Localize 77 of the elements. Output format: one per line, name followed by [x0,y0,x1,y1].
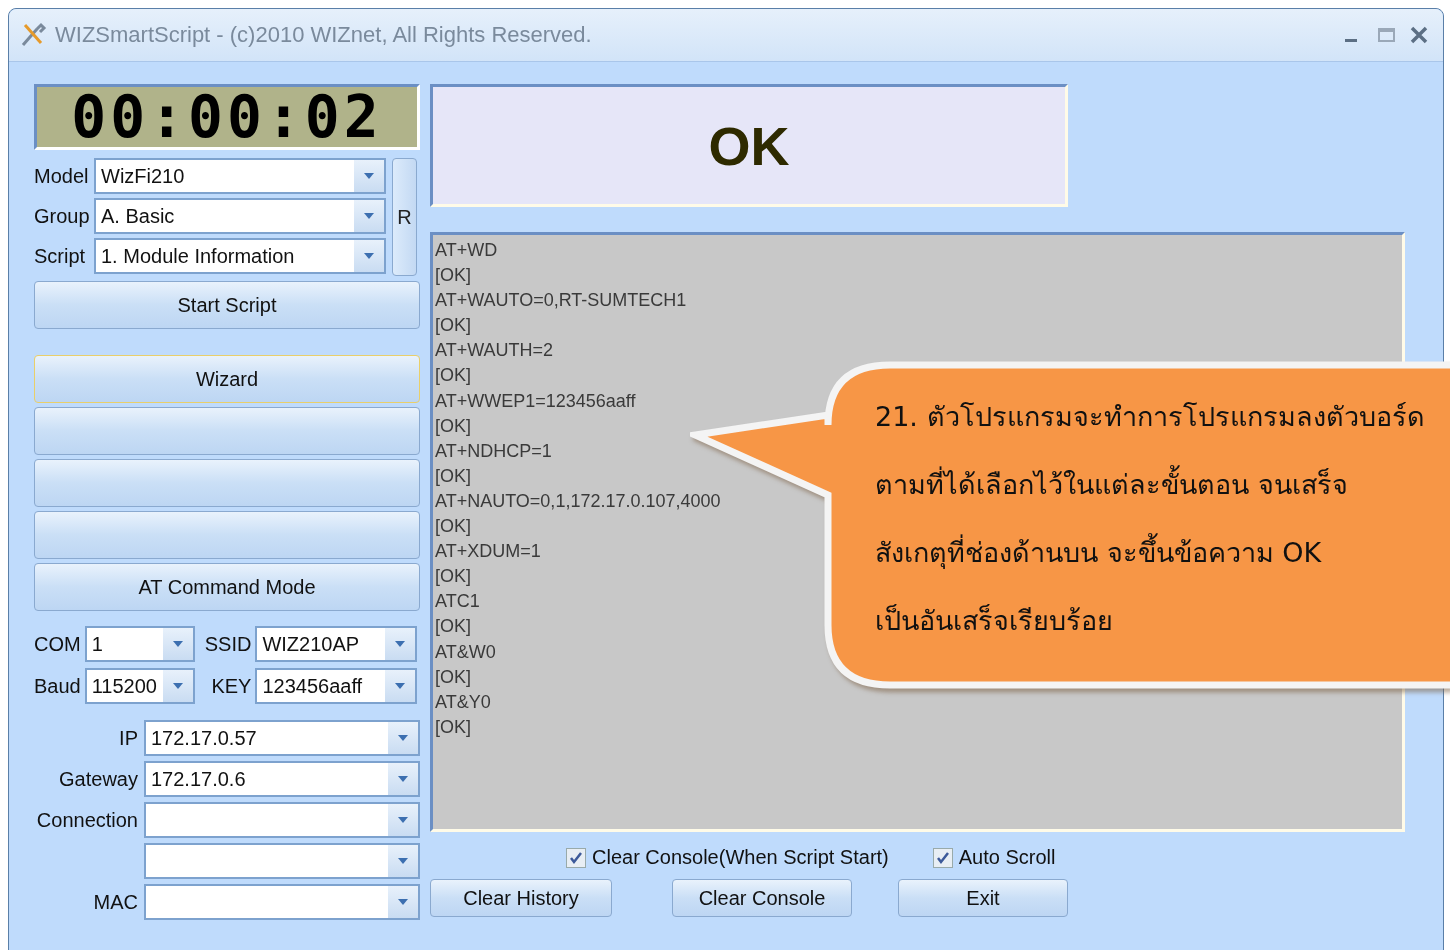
console-line: AT+WD [435,239,498,262]
console-line: AT+WAUTH=2 [435,339,554,363]
console-line: AT+NAUTO=0,1,172.17.0.107,4000 [435,489,721,513]
dropdown-arrow-icon [172,683,183,689]
start-script-button[interactable]: Start Script [34,281,420,329]
field-label: Script [34,244,87,268]
dropdown-field[interactable]: A. Basic [94,198,386,234]
console-line: [OK] [435,314,471,338]
console-line: [OK] [435,264,471,288]
field-label: MAC [92,890,138,914]
timer-display: 00:00:02 [34,84,420,150]
dropdown-field[interactable]: 1 [84,626,195,662]
console-line: AT&Y0 [435,690,491,714]
console-line: AT+NDHCP=1 [435,439,552,463]
dropdown-arrow-icon [364,253,374,259]
console-line: ATC1 [435,590,480,614]
console-line: AT+WAUTO=0,RT-SUMTECH1 [435,289,687,313]
command-button[interactable]: Clear History [430,879,612,917]
action-button[interactable]: Wizard [34,355,420,403]
console-line: [OK] [435,665,471,689]
status-display: OK [430,84,1068,207]
callout-text: เป็นอันเสร็จเรียบร้อย [875,603,1114,638]
field-label: Connection [35,808,138,832]
dropdown-arrow-icon [172,641,183,647]
console-line: [OK] [435,364,471,388]
field-label: Baud [34,674,81,698]
field-label: Gateway [58,767,138,791]
dropdown-arrow-icon [364,173,374,179]
dropdown-field[interactable] [144,802,420,838]
dropdown-arrow-icon [395,683,406,689]
dropdown-field[interactable]: WIZ210AP [255,626,418,662]
dropdown-field[interactable] [144,843,420,879]
command-button[interactable]: Clear Console [672,879,852,917]
dropdown-arrow-icon [398,858,408,864]
console-line: AT&W0 [435,640,496,664]
checkbox[interactable] [566,847,586,868]
dropdown-arrow-icon [398,817,408,823]
checkbox-label: Auto Scroll [958,846,1056,869]
console-line: AT+XDUM=1 [435,540,541,564]
console-line: [OK] [435,715,471,739]
checkbox-label: Clear Console(When Script Start) [592,846,889,869]
command-button[interactable]: Exit [898,879,1068,917]
field-label: KEY [211,674,252,698]
dropdown-arrow-icon [398,735,408,741]
console-line: [OK] [435,515,471,539]
dropdown-arrow-icon [364,213,374,219]
field-label: COM [34,632,81,656]
field-label: IP [118,726,138,750]
tools-icon [19,21,47,49]
console-line: [OK] [435,615,471,639]
dropdown-arrow-icon [395,641,406,647]
dropdown-field[interactable]: WizFi210 [94,158,386,194]
blank-button[interactable] [34,407,420,455]
dropdown-arrow-icon [398,776,408,782]
console-line: [OK] [435,565,471,589]
callout-text: ตามที่ได้เลือกไว้ในแต่ละขั้นตอน จนเสร็จ [875,451,1425,519]
dropdown-field[interactable] [144,884,420,920]
callout-text: 21. ตัวโปรแกรมจะทำการโปรแกรมลงตัวบอร์ด [875,400,1425,434]
console-line: AT+WWEP1=123456aaff [435,389,636,413]
field-label: Group [34,204,90,228]
dropdown-arrow-icon [398,899,408,905]
dropdown-field[interactable]: 1. Module Information [94,238,386,274]
console-line: [OK] [435,414,471,438]
field-label: Model [34,164,90,188]
dropdown-field[interactable]: 123456aaff [255,668,418,704]
field-label: SSID [204,632,252,656]
refresh-button[interactable]: R [392,158,417,276]
callout-text: สังเกตุที่ช่องด้านบน จะขึ้นข้อความ OK [875,519,1425,587]
blank-button[interactable] [34,511,420,559]
dropdown-field[interactable]: 115200 [84,668,195,704]
action-button[interactable]: AT Command Mode [34,563,420,611]
dropdown-field[interactable]: 172.17.0.6 [144,761,420,797]
dropdown-field[interactable]: 172.17.0.57 [144,720,420,756]
console-line: [OK] [435,464,471,488]
window-title: WIZSmartScript - (c)2010 WIZnet, All Rights Reserved. [55,22,593,48]
checkbox[interactable] [932,847,953,868]
blank-button[interactable] [34,459,420,507]
